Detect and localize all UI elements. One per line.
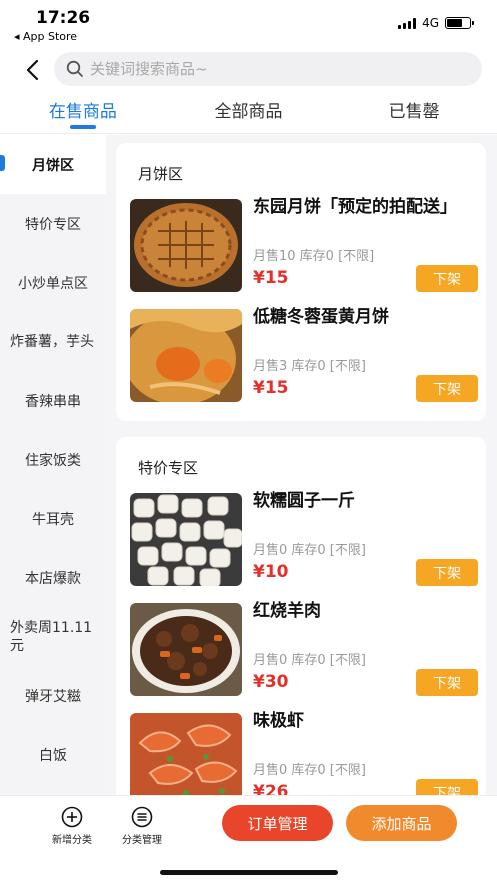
product-price: ¥10: [253, 562, 289, 582]
sidebar-item-best-sellers[interactable]: 本店爆款: [0, 548, 106, 607]
sidebar-item-label: 弹牙艾糍: [25, 688, 81, 705]
product-card[interactable]: 味极虾 月售0 库存0 [不限] ¥26 下架: [130, 711, 478, 795]
product-stats: 月售0 库存0 [不限]: [253, 763, 366, 778]
product-stats: 月售10 库存0 [不限]: [253, 249, 375, 264]
sidebar-item-label: 月饼区: [32, 157, 74, 174]
take-off-shelf-button[interactable]: 下架: [416, 265, 478, 292]
product-image: [130, 309, 242, 402]
sidebar-item-label: 住家饭类: [25, 452, 81, 469]
home-indicator: [160, 870, 338, 875]
order-management-button[interactable]: 订单管理: [222, 805, 333, 841]
product-card[interactable]: 红烧羊肉 月售0 库存0 [不限] ¥30 下架: [130, 601, 478, 699]
product-card[interactable]: 软糯圆子一斤 月售0 库存0 [不限] ¥10 下架: [130, 491, 478, 589]
battery-icon: [445, 17, 474, 29]
product-price: ¥26: [253, 782, 289, 795]
product-name: 味极虾: [253, 711, 304, 731]
product-image: [130, 603, 242, 696]
take-off-shelf-button[interactable]: 下架: [416, 669, 478, 696]
sidebar-item-mooncake[interactable]: 月饼区: [0, 135, 106, 194]
tab-label: 在售商品: [48, 102, 117, 122]
add-product-button[interactable]: 添加商品: [346, 805, 457, 841]
signal-icon: [398, 17, 417, 29]
sidebar-item-delivery-week[interactable]: 外卖周11.11元: [0, 607, 106, 666]
back-to-app-store-link[interactable]: ◂ App Store: [14, 30, 77, 43]
product-stats: 月售0 库存0 [不限]: [253, 543, 366, 558]
category-section: 月饼区 东园月饼「预定的拍配送」 月售10 库存0 [不限] ¥15 下架 低糖…: [116, 143, 486, 421]
product-card[interactable]: 东园月饼「预定的拍配送」 月售10 库存0 [不限] ¥15 下架: [130, 197, 478, 295]
list-circle-icon: [131, 806, 153, 828]
network-label: 4G: [422, 16, 439, 30]
tab-on-sale[interactable]: 在售商品: [0, 96, 166, 133]
sidebar-item-label: 小炒单点区: [18, 275, 88, 292]
tab-all-products[interactable]: 全部商品: [166, 96, 332, 133]
product-name: 软糯圆子一斤: [253, 491, 355, 511]
product-image: [130, 493, 242, 586]
status-time: 17:26: [36, 8, 91, 28]
add-category-button[interactable]: 新增分类: [52, 806, 92, 846]
product-stats: 月售0 库存0 [不限]: [253, 653, 366, 668]
product-card[interactable]: 低糖冬蓉蛋黄月饼 月售3 库存0 [不限] ¥15 下架: [130, 307, 478, 405]
product-image: [130, 713, 242, 795]
status-indicators: 4G: [398, 16, 474, 30]
product-price: ¥30: [253, 672, 289, 692]
sidebar-item-label: 香辣串串: [25, 393, 81, 410]
sidebar-item-spicy-skewers[interactable]: 香辣串串: [0, 371, 106, 430]
sidebar-item-label: 牛耳壳: [32, 511, 74, 528]
active-tab-indicator: [69, 125, 96, 129]
add-circle-icon: [61, 806, 83, 828]
product-list: 月饼区 东园月饼「预定的拍配送」 月售10 库存0 [不限] ¥15 下架 低糖…: [106, 135, 497, 795]
product-price: ¥15: [253, 268, 289, 288]
product-price: ¥15: [253, 378, 289, 398]
sidebar-item-home-meals[interactable]: 住家饭类: [0, 430, 106, 489]
sidebar-item-label: 本店爆款: [25, 570, 81, 587]
sidebar-item-white-rice[interactable]: 白饭: [0, 725, 106, 784]
sidebar-item-label: 炸番薯，芋头: [10, 333, 94, 350]
section-title: 月饼区: [138, 165, 184, 183]
back-button[interactable]: [18, 56, 46, 84]
sidebar-item-niu-er-ke[interactable]: 牛耳壳: [0, 489, 106, 548]
manage-category-button[interactable]: 分类管理: [122, 806, 162, 846]
chevron-left-icon: [26, 59, 39, 81]
sidebar-item-ai-ci[interactable]: 弹牙艾糍: [0, 666, 106, 725]
take-off-shelf-button[interactable]: 下架: [416, 559, 478, 586]
product-name: 低糖冬蓉蛋黄月饼: [253, 307, 389, 327]
active-category-marker: [0, 155, 5, 171]
product-stats: 月售3 库存0 [不限]: [253, 359, 366, 374]
product-image: [130, 199, 242, 292]
add-category-label: 新增分类: [52, 835, 92, 846]
tab-sold-out[interactable]: 已售罄: [331, 96, 497, 133]
take-off-shelf-button[interactable]: 下架: [416, 779, 478, 795]
take-off-shelf-button[interactable]: 下架: [416, 375, 478, 402]
sidebar-item-label: 白饭: [39, 747, 67, 764]
tab-label: 已售罄: [388, 102, 440, 122]
status-bar: 17:26 ◂ App Store 4G: [0, 0, 497, 48]
tab-label: 全部商品: [214, 102, 283, 122]
product-name: 红烧羊肉: [253, 601, 321, 621]
category-sidebar: 月饼区 特价专区 小炒单点区 炸番薯，芋头 香辣串串 住家饭类 牛耳壳 本店爆款…: [0, 135, 106, 795]
sidebar-item-fried-sweet-potato[interactable]: 炸番薯，芋头: [0, 312, 106, 371]
manage-category-label: 分类管理: [122, 835, 162, 846]
search-icon: [66, 60, 83, 77]
product-name: 东园月饼「预定的拍配送」: [253, 197, 457, 217]
tab-bar: 在售商品 全部商品 已售罄: [0, 96, 497, 134]
sidebar-item-special-offer[interactable]: 特价专区: [0, 194, 106, 253]
bottom-action-bar: 新增分类 分类管理 订单管理 添加商品: [0, 795, 497, 883]
sidebar-item-label: 特价专区: [25, 216, 81, 233]
sidebar-item-stir-fry[interactable]: 小炒单点区: [0, 253, 106, 312]
search-input[interactable]: [90, 60, 450, 78]
category-section: 特价专区 软糯圆子一斤 月售0 库存0 [不限] ¥10 下架 红烧羊肉 月售0…: [116, 437, 486, 795]
sidebar-item-label: 外卖周11.11元: [10, 619, 93, 654]
section-title: 特价专区: [138, 459, 199, 477]
search-bar[interactable]: [54, 52, 482, 86]
